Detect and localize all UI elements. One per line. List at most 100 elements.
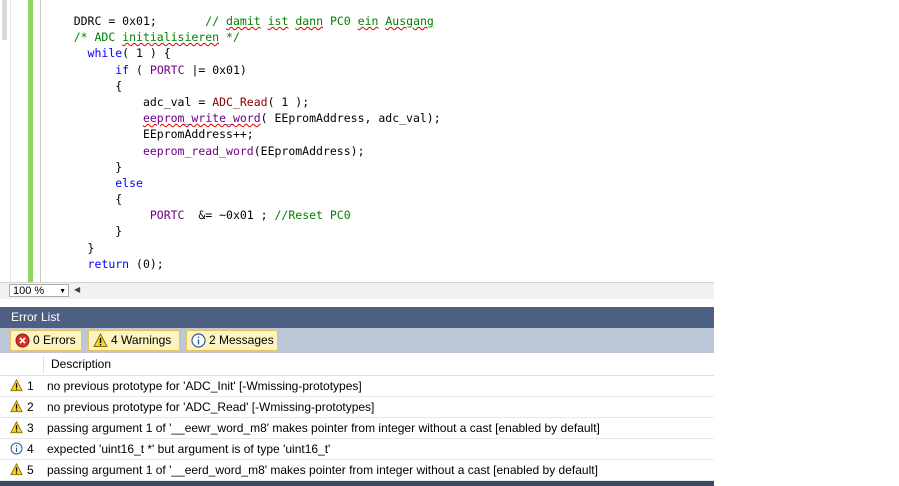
code-line[interactable]: eeprom_write_word( EEpromAddress, adc_va…: [46, 110, 441, 126]
code-line[interactable]: if ( PORTC |= 0x01): [46, 62, 441, 78]
zoom-dropdown[interactable]: 100 % ▼: [9, 284, 69, 297]
code-token: ( 1 ) {: [122, 46, 171, 61]
chevron-down-icon: ▼: [59, 288, 66, 295]
code-line[interactable]: }: [46, 223, 441, 239]
code-token: ist: [267, 14, 289, 28]
messages-filter-button[interactable]: 2 Messages: [186, 330, 278, 351]
code-token: (EEpromAddress);: [253, 143, 365, 158]
code-line[interactable]: {: [46, 78, 441, 94]
code-token: }: [115, 159, 123, 174]
outline-margin: [40, 0, 41, 282]
code-line[interactable]: }: [46, 159, 441, 175]
bottom-tab-strip: [0, 481, 714, 486]
info-icon: [191, 333, 206, 348]
error-list-title: Error List: [0, 307, 714, 328]
scroll-left-arrow-icon[interactable]: ◀: [74, 285, 80, 294]
table-row[interactable]: 2 no previous prototype for 'ADC_Read' [-…: [0, 397, 714, 418]
warning-icon: [10, 400, 23, 413]
info-icon: [10, 442, 23, 455]
code-token: adc_val =: [142, 94, 213, 109]
code-line[interactable]: }: [46, 240, 441, 256]
warnings-filter-button[interactable]: 4 Warnings: [88, 330, 180, 351]
code-token: PORTC: [149, 62, 185, 77]
code-token: eeprom_write_word: [142, 111, 261, 126]
code-token: |= 0x01): [184, 62, 247, 77]
code-token: &= ~0x01 ;: [184, 208, 275, 223]
row-description: no previous prototype for 'ADC_Read' [-W…: [47, 400, 375, 414]
column-header-description[interactable]: Description: [51, 353, 111, 376]
code-line[interactable]: while( 1 ) {: [46, 45, 441, 61]
warning-icon: [10, 421, 23, 434]
panel-gap: [0, 299, 714, 307]
code-token: ( 1 );: [267, 94, 310, 109]
code-token: return: [87, 256, 130, 271]
code-line[interactable]: return (0);: [46, 256, 441, 272]
row-number: 3: [27, 421, 34, 435]
code-token: else: [115, 175, 143, 190]
scrollbar-thumb[interactable]: [2, 0, 7, 40]
code-line[interactable]: adc_val = ADC_Read( 1 );: [46, 94, 441, 110]
row-description: no previous prototype for 'ADC_Init' [-W…: [47, 379, 362, 393]
errors-count-label: 0 Errors: [33, 333, 76, 347]
code-line[interactable]: /* ADC initialisieren */: [46, 29, 441, 45]
code-line[interactable]: EEpromAddress++;: [46, 126, 441, 142]
error-list-toolbar: 0 Errors 4 Warnings 2 Messages: [0, 328, 714, 353]
row-description: passing argument 1 of '__eerd_word_m8' m…: [47, 463, 598, 477]
column-separator[interactable]: [43, 356, 44, 373]
code-token: //: [205, 14, 227, 28]
code-editor[interactable]: DDRC = 0x01; // damit ist dann PC0 ein A…: [0, 0, 714, 282]
warning-icon: [93, 333, 108, 347]
code-token: PORTC: [149, 208, 185, 223]
warnings-count-label: 4 Warnings: [111, 333, 172, 347]
vertical-scrollbar[interactable]: [0, 0, 11, 282]
change-tracking-bar: [28, 0, 33, 282]
code-token: dann: [295, 14, 324, 28]
code-token: EEpromAddress++;: [142, 127, 254, 142]
code-text[interactable]: DDRC = 0x01; // damit ist dann PC0 ein A…: [46, 13, 441, 272]
error-icon: [15, 333, 30, 348]
error-list-header: Description: [0, 353, 714, 376]
row-description: passing argument 1 of '__eewr_word_m8' m…: [47, 421, 600, 435]
code-token: DDRC = 0x01;: [73, 14, 206, 28]
warning-icon: [10, 379, 23, 392]
errors-filter-button[interactable]: 0 Errors: [10, 330, 82, 351]
code-token: while: [87, 46, 123, 61]
code-line[interactable]: else: [46, 175, 441, 191]
code-token: if: [115, 62, 130, 77]
table-row[interactable]: 1 no previous prototype for 'ADC_Init' [-…: [0, 376, 714, 397]
code-token: Ausgang: [385, 14, 434, 28]
code-token: ein: [357, 14, 379, 28]
table-row[interactable]: 3 passing argument 1 of '__eewr_word_m8' …: [0, 418, 714, 439]
code-token: }: [87, 240, 95, 255]
code-line[interactable]: DDRC = 0x01; // damit ist dann PC0 ein A…: [46, 13, 441, 29]
messages-count-label: 2 Messages: [209, 333, 274, 347]
row-number: 1: [27, 379, 34, 393]
code-token: eeprom_read_word: [142, 143, 254, 158]
code-token: ( EEpromAddress, adc_val);: [260, 111, 441, 126]
code-token: {: [115, 192, 123, 207]
error-list-rows: 1 no previous prototype for 'ADC_Init' [-…: [0, 376, 714, 481]
code-line[interactable]: {: [46, 191, 441, 207]
code-line[interactable]: eeprom_read_word(EEpromAddress);: [46, 143, 441, 159]
zoom-value: 100 %: [13, 285, 45, 297]
row-number: 4: [27, 442, 34, 456]
code-line[interactable]: PORTC &= ~0x01 ; //Reset PC0: [46, 207, 441, 223]
code-token: PC0: [323, 14, 358, 28]
row-description: expected 'uint16_t *' but argument is of…: [47, 442, 331, 456]
row-number: 2: [27, 400, 34, 414]
code-token: (: [129, 62, 150, 77]
code-token: {: [115, 78, 123, 93]
warning-icon: [10, 463, 23, 476]
code-token: (0);: [129, 256, 164, 271]
code-token: damit: [226, 14, 261, 28]
editor-status-strip: 100 % ▼ ◀: [0, 282, 714, 300]
table-row[interactable]: 5 passing argument 1 of '__eerd_word_m8' …: [0, 460, 714, 481]
row-number: 5: [27, 463, 34, 477]
code-token: }: [115, 224, 123, 239]
table-row[interactable]: 4 expected 'uint16_t *' but argument is o…: [0, 439, 714, 460]
code-token: initialisieren: [122, 30, 220, 45]
code-token: ADC_Read: [212, 94, 268, 109]
code-token: /* ADC: [73, 30, 123, 45]
code-token: */: [219, 30, 240, 45]
